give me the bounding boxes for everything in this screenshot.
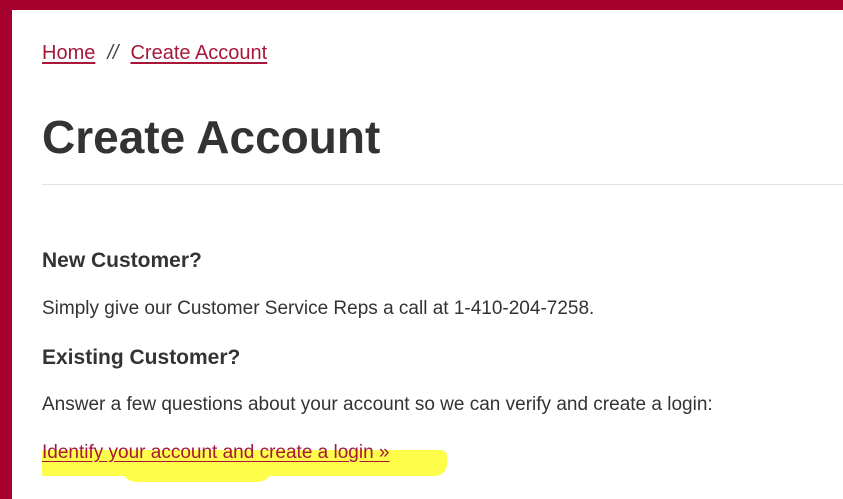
existing-customer-text: Answer a few questions about your accoun…: [42, 394, 713, 415]
page-frame: Home // Create Account Create Account New …: [0, 0, 843, 499]
breadcrumb: Home // Create Account: [42, 42, 267, 65]
existing-customer-heading: Existing Customer?: [42, 346, 241, 369]
new-customer-text: Simply give our Customer Service Reps a …: [42, 298, 595, 319]
breadcrumb-separator: //: [107, 42, 119, 64]
link-highlight-mark-tail: [122, 468, 272, 482]
new-customer-heading: New Customer?: [42, 249, 202, 272]
title-divider: [42, 184, 843, 185]
page-title: Create Account: [42, 111, 381, 163]
main-content: Home // Create Account Create Account New …: [42, 10, 843, 499]
breadcrumb-current-link[interactable]: Create Account: [130, 42, 267, 64]
breadcrumb-home-link[interactable]: Home: [42, 42, 95, 64]
identify-account-link[interactable]: Identify your account and create a login…: [42, 442, 390, 464]
